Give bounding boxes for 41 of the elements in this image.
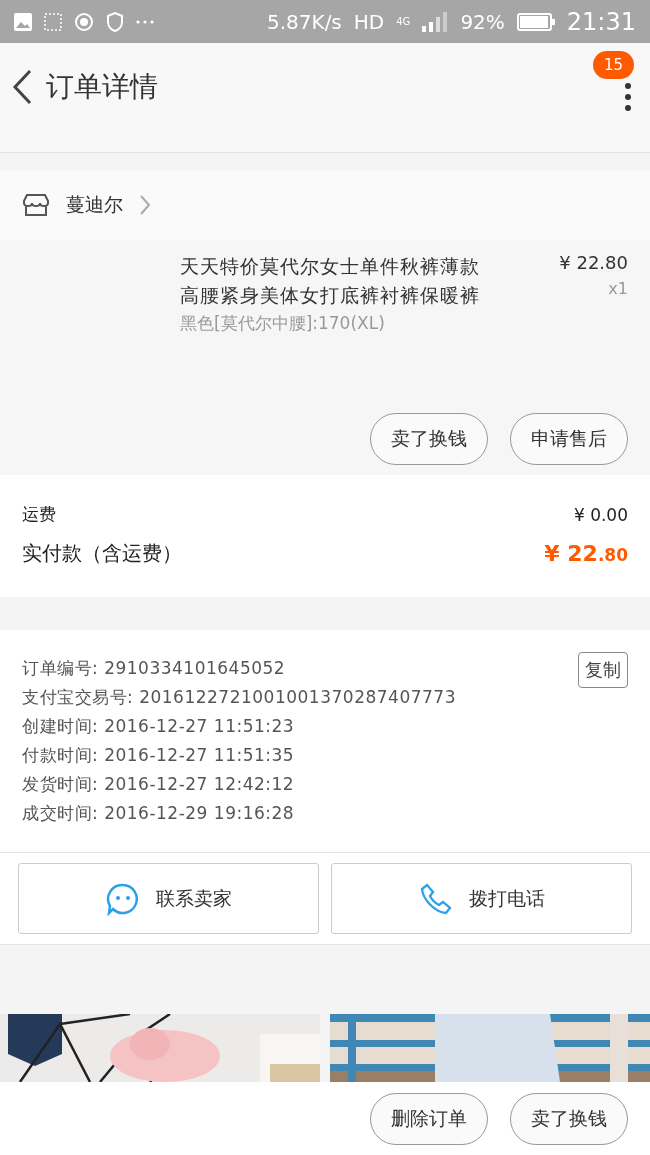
action-button[interactable]: 卖了换钱	[510, 1092, 628, 1145]
shield-icon	[106, 11, 124, 32]
shop-name[interactable]: 蔓迪尔	[66, 192, 123, 218]
total-label: 实付款（含运费）	[22, 540, 182, 567]
product-title[interactable]: 天天特价莫代尔女士单件秋裤薄款高腰紧身美体女打底裤衬裤保暖裤	[180, 252, 498, 310]
product-quantity: x1	[608, 279, 628, 298]
action-button[interactable]: 卖了换钱	[370, 413, 488, 465]
network-speed: 5.87K/s	[267, 9, 342, 34]
chat-icon	[105, 881, 140, 916]
record-icon	[74, 11, 94, 32]
copy-button[interactable]: 复制	[578, 652, 628, 688]
more-icon	[136, 19, 154, 24]
store-icon	[22, 193, 50, 217]
clock: 21:31	[566, 7, 636, 36]
product-spec: 黑色[莫代尔中腰]:170(XL)	[180, 312, 386, 335]
shipping-label: 运费	[22, 503, 56, 526]
order-info-text: 成交时间: 2016-12-29 19:16:28	[22, 802, 295, 825]
network-type: 4G	[396, 16, 411, 27]
action-button[interactable]: 申请售后	[510, 413, 628, 465]
hd-indicator: HD	[353, 9, 385, 34]
battery-percent: 92%	[460, 9, 505, 34]
shipping-fee: ¥ 0.00	[573, 504, 628, 525]
page-title: 订单详情	[46, 68, 158, 105]
order-info-text: 创建时间: 2016-12-27 11:51:23	[22, 715, 295, 738]
order-info-text: 发货时间: 2016-12-27 12:42:12	[22, 773, 295, 796]
product-price: ¥ 22.80	[559, 252, 628, 273]
screenshot-icon	[44, 12, 62, 31]
action-button[interactable]: 删除订单	[370, 1092, 488, 1145]
order-info-text: 订单编号: 2910334101645052	[22, 657, 286, 680]
order-info-text: 付款时间: 2016-12-27 11:51:35	[22, 744, 295, 767]
battery-icon	[516, 12, 555, 31]
call-button[interactable]: 拨打电话	[331, 863, 632, 934]
notification-badge: 15	[592, 51, 634, 79]
more-menu-icon[interactable]	[624, 81, 632, 112]
order-info-text: 支付宝交易号: 2016122721001001370287407773	[22, 686, 456, 709]
signal-icon	[422, 11, 449, 32]
contact-button[interactable]: 联系卖家	[18, 863, 319, 934]
image-icon	[14, 12, 32, 31]
total-amount: ¥ 22.80	[544, 541, 628, 566]
back-icon[interactable]	[12, 68, 32, 105]
phone-icon	[418, 881, 453, 916]
